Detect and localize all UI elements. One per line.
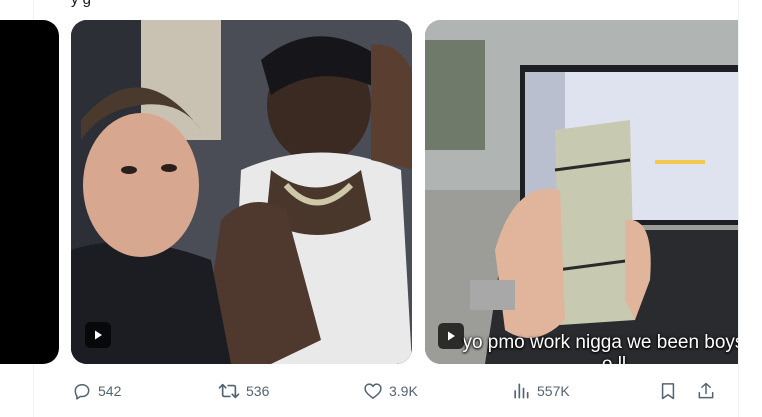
heart-icon	[364, 383, 382, 399]
tweet-actions-bar: 542 536 3.9K 557K	[0, 375, 738, 407]
like-button[interactable]: 3.9K	[363, 375, 418, 407]
share-button[interactable]	[696, 375, 716, 407]
tweet-text-cutoff: y g	[71, 0, 91, 8]
media-video-cash[interactable]: yo pmo work nigga we been boys fo o ll	[425, 20, 738, 364]
views-chart-icon	[514, 383, 529, 399]
media-carousel[interactable]: yo pmo work nigga we been boys fo o ll	[0, 20, 738, 364]
repost-button[interactable]: 536	[218, 375, 269, 407]
views-button[interactable]: 557K	[511, 375, 570, 407]
bookmark-icon	[661, 383, 675, 400]
reply-icon	[74, 384, 90, 400]
video-play-icon[interactable]	[438, 323, 464, 349]
caption-line-2: o ll	[449, 354, 738, 364]
video-thumbnail-selfie	[71, 20, 412, 364]
bookmark-button[interactable]	[658, 375, 678, 407]
like-count: 3.9K	[389, 383, 418, 399]
video-thumbnail-cash	[425, 20, 738, 364]
share-icon	[698, 382, 714, 399]
views-count: 557K	[537, 383, 570, 399]
timeline-right-border	[738, 0, 739, 417]
caption-line-1: yo pmo work nigga we been boys fo	[462, 332, 738, 353]
repost-icon	[218, 383, 240, 399]
reply-button[interactable]: 542	[72, 375, 121, 407]
reply-count: 542	[98, 383, 122, 399]
video-caption: yo pmo work nigga we been boys fo o ll	[449, 332, 738, 364]
media-video-selfie[interactable]	[71, 20, 412, 364]
media-item-previous[interactable]	[0, 20, 59, 364]
video-play-icon[interactable]	[85, 322, 111, 348]
repost-count: 536	[246, 383, 270, 399]
